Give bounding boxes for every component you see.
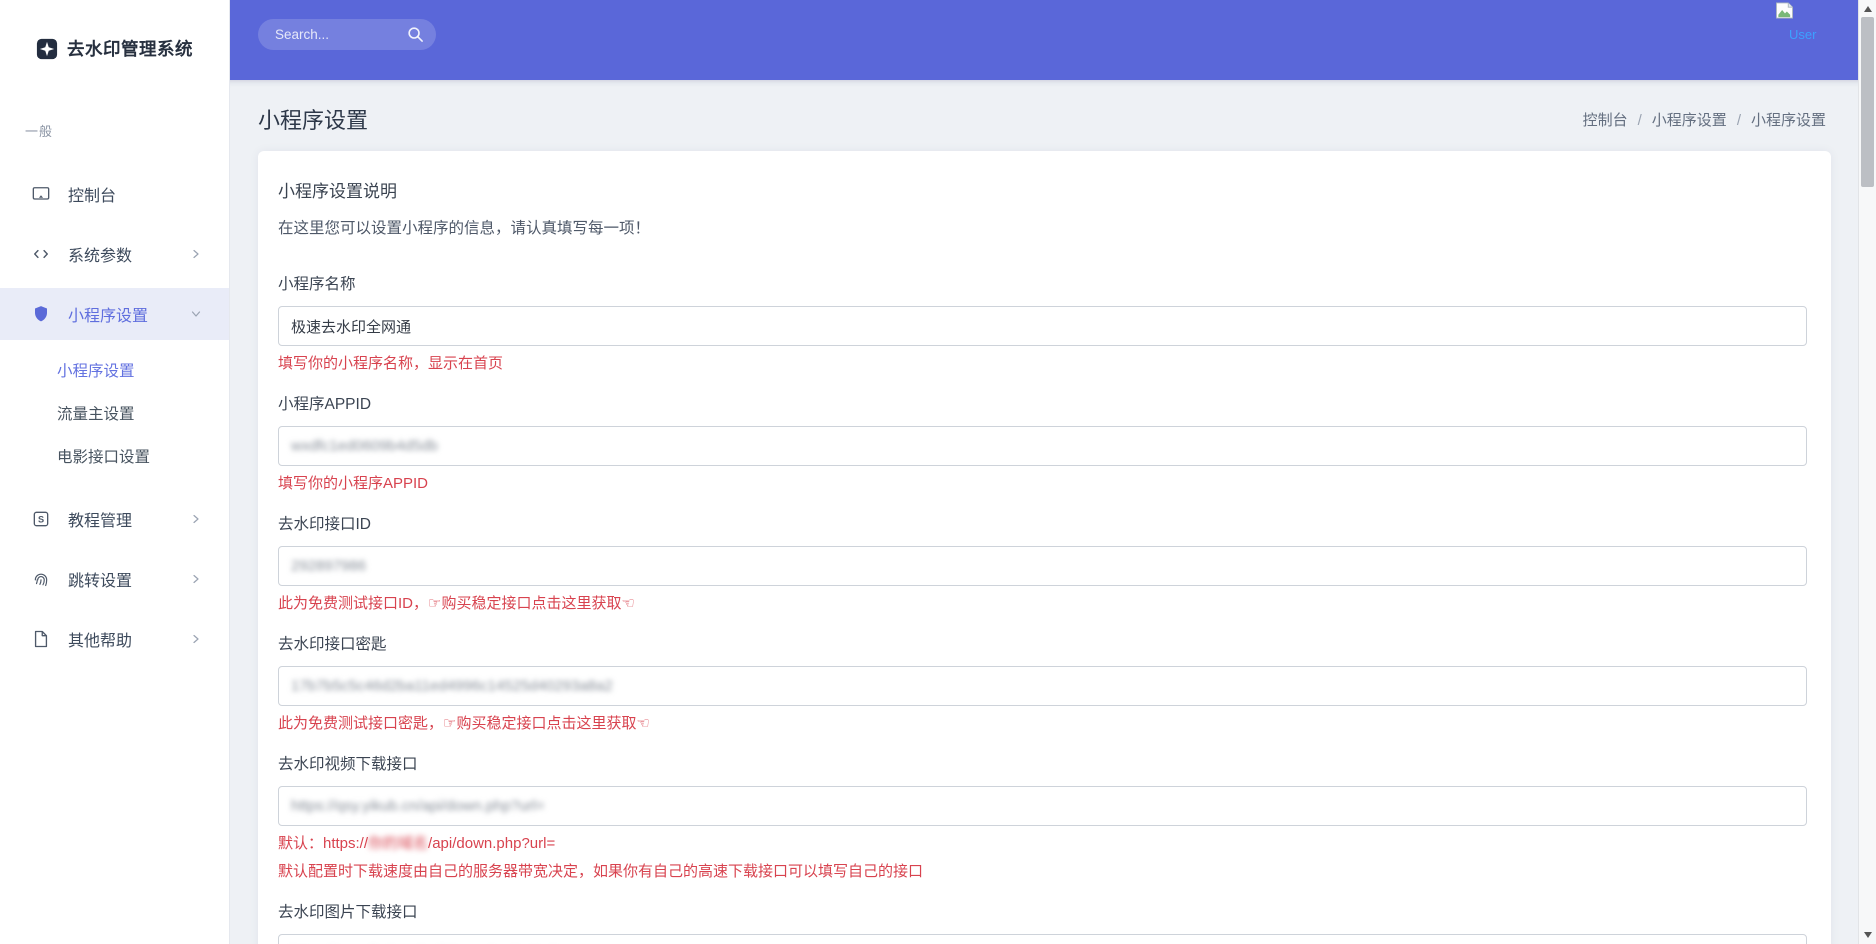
breadcrumb: 控制台 / 小程序设置 / 小程序设置: [1583, 109, 1826, 130]
sidebar-subitem-traffic-settings[interactable]: 流量主设置: [0, 393, 229, 436]
user-label: User: [1789, 27, 1816, 42]
miniprogram-appid-label: 小程序APPID: [278, 394, 1807, 416]
video-download-api-hint: 默认：https://你的域名/api/down.php?url=: [278, 833, 1807, 854]
sidebar-section-label: 一般: [25, 121, 229, 140]
sidebar-item-label: 教程管理: [68, 507, 132, 531]
miniprogram-appid-input[interactable]: [278, 426, 1807, 466]
field-video-download-api: 去水印视频下载接口https://qsy.yikub.cn/api/down.p…: [278, 754, 1807, 882]
field-image-download-api: 去水印图片下载接口https://qsy.yikub.cn/api/downpi…: [278, 902, 1807, 944]
sidebar-submenu: 小程序设置流量主设置电影接口设置: [0, 344, 229, 489]
miniprogram-name-label: 小程序名称: [278, 274, 1807, 296]
watermark-api-key-label: 去水印接口密匙: [278, 634, 1807, 656]
chevron-right-icon: [190, 248, 202, 260]
sidebar-nav: 控制台系统参数小程序设置小程序设置流量主设置电影接口设置S教程管理跳转设置其他帮…: [0, 164, 229, 669]
sidebar-item-label: 小程序设置: [68, 302, 148, 326]
image-download-api-label: 去水印图片下载接口: [278, 902, 1807, 924]
app-logo[interactable]: 去水印管理系统: [0, 0, 229, 61]
breadcrumb-separator: /: [1638, 112, 1642, 129]
user-menu[interactable]: User: [1775, 2, 1816, 42]
page-header: 小程序设置 控制台 / 小程序设置 / 小程序设置: [230, 80, 1859, 135]
miniprogram-name-input[interactable]: [278, 306, 1807, 346]
form-description: 在这里您可以设置小程序的信息，请认真填写每一项！: [278, 216, 1807, 238]
breadcrumb-separator: /: [1737, 112, 1741, 129]
field-watermark-api-key: 去水印接口密匙17b7b5c5c46d2ba11ed4996c14525d402…: [278, 634, 1807, 734]
page-title: 小程序设置: [258, 103, 368, 135]
field-miniprogram-name: 小程序名称填写你的小程序名称，显示在首页: [278, 274, 1807, 374]
watermark-api-id-label: 去水印接口ID: [278, 514, 1807, 536]
s-square-icon: S: [31, 509, 51, 529]
sidebar-subitem-movie-api-settings[interactable]: 电影接口设置: [0, 436, 229, 479]
watermark-api-key-buy-link[interactable]: ☞购买稳定接口点击这里获取☜: [443, 715, 650, 732]
field-watermark-api-id: 去水印接口ID292897986此为免费测试接口ID，☞购买稳定接口点击这里获取…: [278, 514, 1807, 614]
sidebar-item-dashboard[interactable]: 控制台: [0, 164, 229, 224]
shield-icon: [31, 304, 51, 324]
chevron-right-icon: [190, 573, 202, 585]
field-miniprogram-appid: 小程序APPIDwxdfc1ed0609b4d5db填写你的小程序APPID: [278, 394, 1807, 494]
code-icon: [31, 244, 51, 264]
chevron-right-icon: [190, 513, 202, 525]
app-logo-star-icon: [36, 38, 58, 60]
sidebar-item-system-params[interactable]: 系统参数: [0, 224, 229, 284]
image-download-api-input[interactable]: [278, 934, 1807, 944]
scrollbar[interactable]: [1858, 0, 1876, 944]
main-content: 小程序设置 控制台 / 小程序设置 / 小程序设置 小程序设置说明 在这里您可以设置小程…: [230, 80, 1859, 944]
settings-card: 小程序设置说明 在这里您可以设置小程序的信息，请认真填写每一项！ 小程序名称填写…: [258, 151, 1831, 944]
sidebar-item-tutorial-management[interactable]: S 教程管理: [0, 489, 229, 549]
search-input[interactable]: [258, 27, 403, 42]
search-box[interactable]: [258, 19, 436, 50]
sidebar-item-redirect-settings[interactable]: 跳转设置: [0, 549, 229, 609]
sidebar-item-label: 其他帮助: [68, 627, 132, 651]
watermark-api-id-input[interactable]: [278, 546, 1807, 586]
scrollbar-up-arrow[interactable]: [1864, 6, 1872, 12]
topbar: User: [230, 0, 1859, 80]
video-download-api-input[interactable]: [278, 786, 1807, 826]
sidebar-item-other-help[interactable]: 其他帮助: [0, 609, 229, 669]
scrollbar-thumb[interactable]: [1861, 17, 1874, 187]
search-icon[interactable]: [407, 26, 424, 43]
chevron-down-icon: [190, 308, 202, 320]
chevron-right-icon: [190, 633, 202, 645]
miniprogram-name-hint: 填写你的小程序名称，显示在首页: [278, 353, 1807, 374]
fingerprint-icon: [31, 569, 51, 589]
watermark-api-key-input[interactable]: [278, 666, 1807, 706]
sidebar-item-label: 系统参数: [68, 242, 132, 266]
breadcrumb-item-current: 小程序设置: [1751, 112, 1826, 129]
app-title: 去水印管理系统: [67, 36, 193, 61]
monitor-icon: [31, 184, 51, 204]
video-download-api-hint: 默认配置时下载速度由自己的服务器带宽决定，如果你有自己的高速下载接口可以填写自己…: [278, 861, 1807, 882]
watermark-api-id-hint: 此为免费测试接口ID，☞购买稳定接口点击这里获取☜: [278, 593, 1807, 614]
watermark-api-key-hint: 此为免费测试接口密匙，☞购买稳定接口点击这里获取☜: [278, 713, 1807, 734]
watermark-api-id-buy-link[interactable]: ☞购买稳定接口点击这里获取☜: [428, 595, 635, 612]
breadcrumb-item-dashboard[interactable]: 控制台: [1583, 112, 1628, 129]
sidebar-subitem-miniprogram-settings-sub[interactable]: 小程序设置: [0, 350, 229, 393]
sidebar-item-label: 控制台: [68, 182, 116, 206]
breadcrumb-item-miniprogram-settings[interactable]: 小程序设置: [1652, 112, 1727, 129]
sidebar-item-miniprogram-settings[interactable]: 小程序设置: [0, 288, 229, 340]
sidebar-item-label: 跳转设置: [68, 567, 132, 591]
broken-avatar-icon: [1775, 2, 1816, 19]
scrollbar-down-arrow[interactable]: [1864, 932, 1872, 938]
form-fields: 小程序名称填写你的小程序名称，显示在首页小程序APPIDwxdfc1ed0609…: [278, 274, 1807, 944]
sidebar: 去水印管理系统 一般 控制台系统参数小程序设置小程序设置流量主设置电影接口设置S…: [0, 0, 230, 944]
file-icon: [31, 629, 51, 649]
video-download-api-label: 去水印视频下载接口: [278, 754, 1807, 776]
miniprogram-appid-hint: 填写你的小程序APPID: [278, 473, 1807, 494]
form-heading: 小程序设置说明: [278, 177, 1807, 202]
svg-text:S: S: [38, 515, 44, 525]
